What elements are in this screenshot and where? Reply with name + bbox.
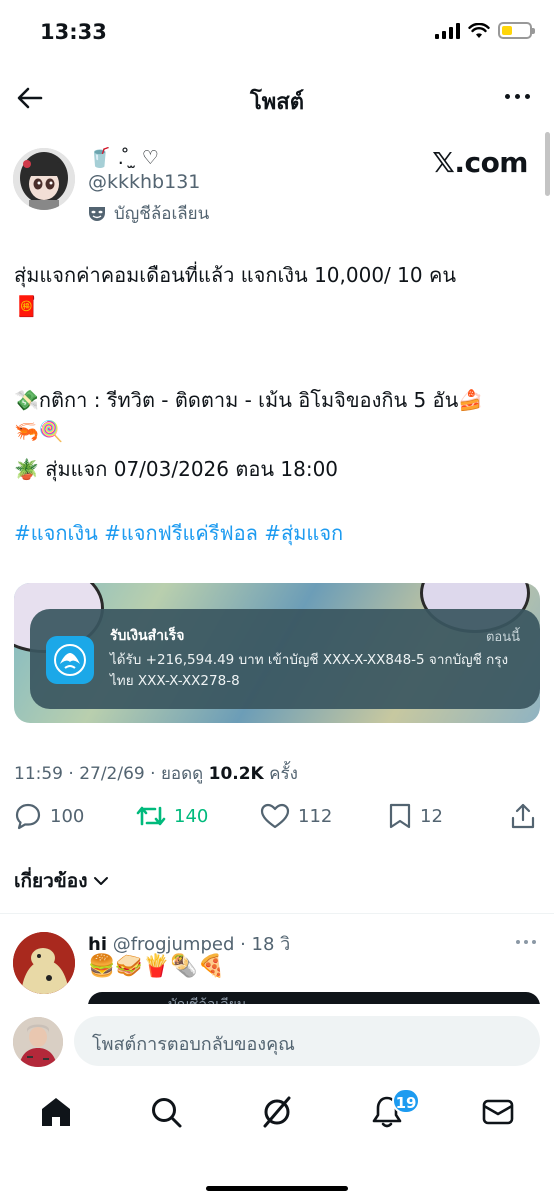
repost-count: 140 (174, 805, 209, 827)
status-icons (435, 22, 535, 39)
notifications-badge: 19 (392, 1088, 420, 1114)
like-count: 112 (298, 805, 333, 827)
view-count-suffix: ครั้ง (269, 764, 298, 784)
related-label: เกี่ยวข้อง (14, 870, 88, 892)
reply-count: 100 (50, 805, 85, 827)
mail-icon[interactable] (480, 1094, 516, 1130)
user-avatar[interactable] (13, 1017, 63, 1067)
bookmark-count: 12 (420, 805, 443, 827)
notification-body: ได้รับ +216,594.49 บาท เข้าบัญชี XXX-X-X… (110, 652, 509, 689)
source-logo: 𝕏.com (432, 146, 528, 179)
post-text-line-2: 🧧 (14, 294, 39, 318)
like-button[interactable]: 112 (260, 802, 332, 830)
wifi-icon (468, 22, 490, 38)
like-icon (260, 803, 290, 829)
parody-account-label: บัญชีล้อเลียน (88, 200, 209, 227)
reply-more-icon[interactable] (516, 940, 536, 944)
cellular-signal-icon (435, 22, 460, 39)
notification-title: รับเงินสำเร็จ (110, 628, 185, 644)
post-header: โพสต์ (0, 70, 554, 126)
bank-app-icon (46, 636, 94, 684)
post-timestamp: 11:59 · 27/2/69 · ยอดดู (14, 764, 204, 784)
page-title: โพสต์ (249, 90, 305, 115)
reply-button[interactable]: 100 (14, 802, 84, 830)
share-button[interactable] (510, 802, 536, 830)
author-display-name[interactable]: 🥤 . ̊ ̫ ♡ (88, 146, 159, 169)
bottom-tab-bar (0, 1080, 554, 1150)
post-text-line-5: 🪴 สุ่มแจก 07/03/2026 ตอน 18:00 (14, 457, 339, 481)
home-icon[interactable] (38, 1094, 74, 1130)
parody-label-text: บัญชีล้อเลียน (114, 204, 210, 224)
post-text-line-4: 🦐🍭 (14, 419, 64, 443)
chevron-down-icon (94, 877, 109, 885)
reply-compose-bar: โพสต์การตอบกลับของคุณ (0, 1004, 554, 1080)
share-icon (511, 803, 535, 829)
grok-icon[interactable] (259, 1094, 295, 1130)
author-avatar[interactable] (13, 148, 75, 210)
bookmark-button[interactable]: 12 (388, 802, 443, 830)
status-time: 13:33 (40, 20, 107, 44)
scrollbar[interactable] (545, 132, 550, 196)
divider (0, 913, 554, 914)
post-hashtags[interactable]: #แจกเงิน #แจกฟรีแค่รีฟอล #สุ่มแจก (14, 518, 343, 548)
reply-avatar[interactable] (13, 932, 75, 994)
reply-time: · 18 วิ (240, 934, 291, 955)
repost-icon (136, 806, 166, 826)
author-handle[interactable]: @kkkhb131 (88, 171, 200, 193)
reply-handle[interactable]: @frogjumped (113, 934, 235, 955)
status-bar: 13:33 (0, 0, 554, 64)
bank-notification: รับเงินสำเร็จ ตอนนี้ ได้รับ +216,594.49 … (30, 609, 540, 709)
parody-mask-icon (89, 206, 105, 221)
post-text-line-3: 💸กติกา : รีทวิต - ติดตาม - เม้น อิโมจิขอ… (14, 388, 484, 412)
more-icon[interactable] (505, 94, 530, 99)
reply-input[interactable]: โพสต์การตอบกลับของคุณ (74, 1016, 540, 1066)
battery-icon (498, 22, 535, 39)
search-icon[interactable] (148, 1094, 184, 1130)
related-toggle[interactable]: เกี่ยวข้อง (14, 866, 109, 896)
view-count[interactable]: 10.2K (209, 764, 264, 784)
reply-name[interactable]: hi (88, 934, 107, 955)
bookmark-icon (389, 803, 411, 829)
repost-button[interactable]: 140 (136, 802, 208, 830)
reply-text: 🍔🥪🍟🌯🍕 (88, 954, 225, 979)
post-meta: 11:59 · 27/2/69 · ยอดดู 10.2K ครั้ง (14, 760, 298, 787)
post-actions: 100 140 112 12 (14, 802, 540, 838)
post-text-line-1: สุ่มแจกค่าคอมเดือนที่แล้ว แจกเงิน 10,000… (14, 263, 457, 287)
notification-time: ตอนนี้ (485, 630, 520, 645)
home-indicator (206, 1186, 348, 1191)
post-media-image[interactable]: รับเงินสำเร็จ ตอนนี้ ได้รับ +216,594.49 … (14, 583, 540, 723)
reply-icon (15, 803, 41, 830)
